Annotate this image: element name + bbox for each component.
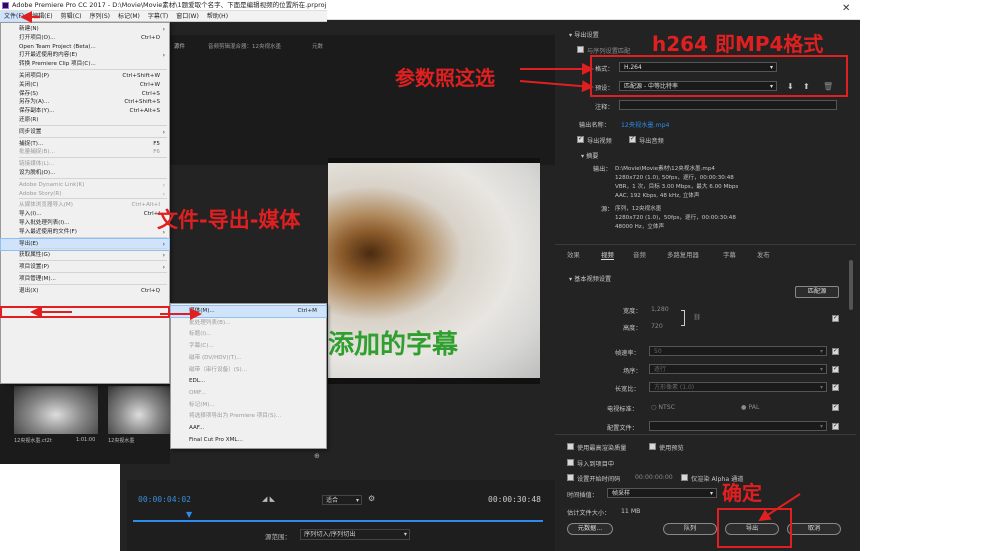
arrow-to-preset [519, 80, 594, 93]
annotation-arrows [20, 11, 801, 522]
arrow-to-export-btn [758, 493, 801, 522]
